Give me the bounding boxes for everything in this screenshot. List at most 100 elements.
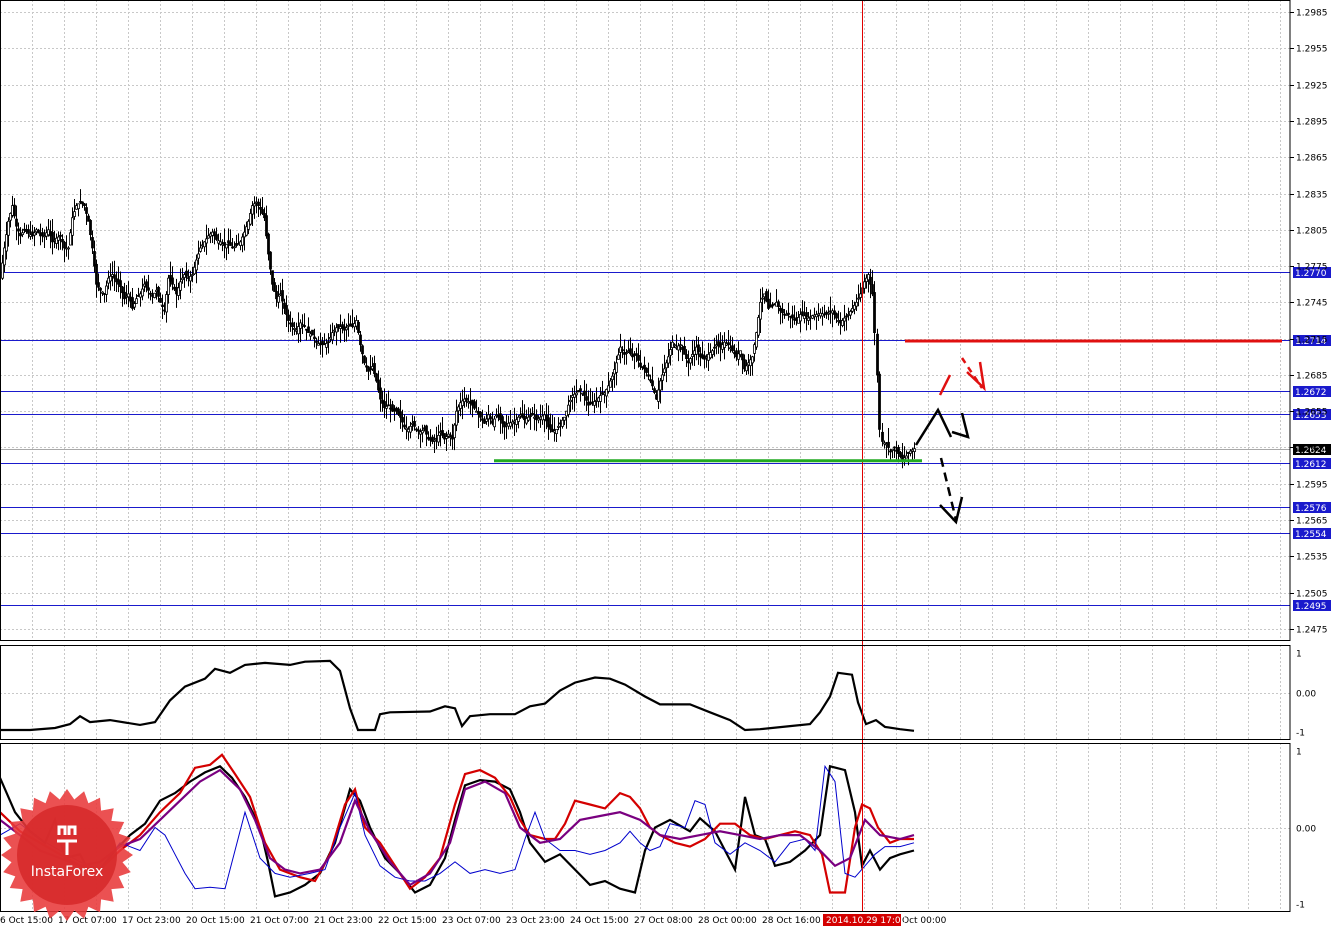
candle-body — [281, 290, 284, 302]
candle-body — [197, 253, 200, 259]
forecast-arrowhead-red — [966, 361, 986, 392]
candle-body — [661, 374, 664, 381]
candle-body — [517, 416, 520, 422]
candle-body — [73, 211, 76, 217]
candle-body — [21, 232, 24, 235]
candle-body — [863, 281, 866, 289]
candle-body — [133, 303, 136, 308]
annotations — [494, 0, 1282, 912]
candle-body — [697, 344, 700, 353]
candle-body — [373, 363, 376, 375]
y-tick-label: 1.2895 — [1296, 118, 1328, 128]
candle-body — [759, 301, 762, 320]
candle-body — [677, 345, 680, 351]
candle-body — [453, 424, 456, 439]
candle-body — [149, 292, 152, 295]
candle-body — [805, 312, 808, 318]
candle-body — [669, 349, 672, 356]
candle-body — [583, 390, 586, 396]
candle-body — [561, 419, 564, 427]
candle-body — [71, 217, 74, 236]
candle-body — [269, 251, 272, 270]
level-label: 1.2672 — [1295, 388, 1327, 398]
candle-body — [285, 305, 288, 315]
candle-body — [653, 388, 656, 393]
indicator-2-line — [0, 768, 915, 887]
y-tick-label: 1.2835 — [1296, 191, 1328, 201]
candle-body — [1, 262, 4, 279]
candle-body — [639, 362, 642, 367]
candle-body — [433, 439, 436, 442]
indicator-panel-2 — [0, 753, 915, 898]
x-tick-label: 22 Oct 15:00 — [378, 916, 437, 926]
candle-body — [363, 355, 366, 364]
candle-body — [629, 348, 632, 355]
candle-body — [85, 207, 88, 214]
candle-body — [387, 404, 390, 407]
candle-body — [147, 287, 150, 291]
instaforex-logo: InstaForex — [1, 789, 133, 921]
candle-body — [651, 380, 654, 387]
candle-body — [857, 297, 860, 300]
candle-body — [315, 341, 318, 343]
y-tick-label: 1.2655 — [1296, 408, 1328, 418]
candle-body — [379, 387, 382, 400]
y-tick-label: 1.2775 — [1296, 263, 1328, 273]
candle-body — [437, 434, 440, 443]
candle-body — [307, 326, 310, 333]
candle-body — [41, 232, 44, 237]
candle-body — [657, 389, 660, 402]
candle-body — [878, 373, 881, 430]
x-tick-label: 23 Oct 07:00 — [442, 916, 501, 926]
candle-body — [665, 362, 668, 369]
candle-body — [683, 345, 686, 355]
candle-body — [891, 448, 894, 451]
y-tick-label: 1.2535 — [1296, 553, 1328, 563]
candle-body — [611, 375, 614, 381]
candle-body — [265, 215, 268, 237]
x-tick-label: 6 Oct 15:00 — [0, 916, 53, 926]
candle-body — [843, 317, 846, 322]
candle-body — [399, 411, 402, 418]
candle-body — [679, 344, 682, 347]
candle-body — [881, 431, 884, 442]
grid — [0, 0, 1290, 912]
forecast-arrowhead — [939, 496, 964, 525]
y-tick-label: -1 — [1296, 729, 1305, 739]
candle-body — [615, 362, 618, 373]
candle-body — [153, 292, 156, 298]
candle-body — [425, 425, 428, 435]
y-tick-label: 1.2595 — [1296, 481, 1328, 491]
candle-body — [357, 321, 360, 333]
candle-body — [205, 238, 208, 244]
candle-body — [303, 325, 306, 327]
candle-body — [421, 430, 424, 434]
candle-body — [685, 354, 688, 359]
panel-frame — [0, 0, 1291, 641]
candle-body — [267, 233, 270, 255]
candle-body — [479, 411, 482, 418]
candle-body — [893, 446, 896, 449]
candle-body — [447, 433, 450, 437]
candle-body — [713, 346, 716, 349]
candle-body — [257, 201, 260, 207]
candle-body — [593, 401, 596, 406]
candle-body — [887, 441, 890, 448]
y-tick-label: 1 — [1296, 650, 1302, 660]
price-series — [1, 189, 916, 469]
candle-body — [259, 206, 262, 210]
candle-body — [37, 229, 40, 234]
highlighted-time-label: 2014.10.29 17:00 — [826, 916, 907, 926]
candle-body — [473, 401, 476, 409]
candle-body — [555, 428, 558, 435]
x-tick-label: 21 Oct 23:00 — [314, 916, 373, 926]
candle-body — [17, 228, 20, 232]
candle-body — [845, 315, 848, 318]
candle-body — [777, 301, 780, 307]
x-tick-label: Oct 00:00 — [902, 916, 947, 926]
candle-body — [361, 345, 364, 355]
candle-body — [165, 294, 168, 313]
forex-chart: 1.27701.27141.26721.26531.26121.25761.25… — [0, 0, 1331, 926]
y-tick-label: 0.00 — [1296, 690, 1316, 700]
candle-body — [7, 220, 10, 236]
